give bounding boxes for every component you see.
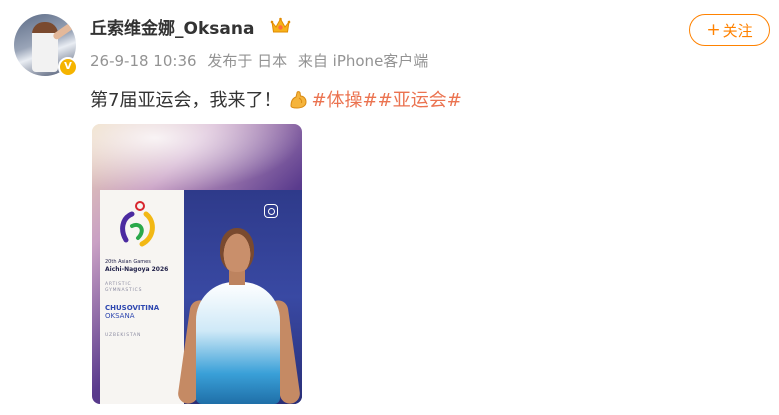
- follow-button[interactable]: + 关注: [689, 14, 770, 46]
- username-link[interactable]: 丘索维金娜_Oksana: [90, 14, 254, 39]
- asian-games-logo-icon: [120, 201, 155, 247]
- country-text: UZBEKISTAN: [105, 333, 142, 338]
- verified-badge-icon: V: [58, 57, 78, 77]
- post-text: 第7届亚运会，我来了！ #体操# #亚运会#: [90, 86, 462, 112]
- location-text: 发布于 日本: [207, 52, 288, 70]
- avatar-figure: [32, 22, 58, 72]
- avatar-arm: [51, 22, 75, 41]
- athlete-head: [220, 228, 254, 272]
- hashtag-asian-games[interactable]: #亚运会#: [378, 86, 462, 112]
- avatar[interactable]: V: [14, 14, 78, 77]
- image-haze: [92, 124, 302, 194]
- post-body: 第7届亚运会，我来了！: [90, 90, 282, 111]
- flexed-biceps-icon: [290, 90, 307, 109]
- follow-label: 关注: [722, 21, 753, 40]
- hashtag-gymnastics[interactable]: #体操#: [311, 86, 377, 112]
- instagram-icon: [264, 204, 278, 218]
- plus-icon: +: [706, 19, 721, 40]
- source-text: 来自 iPhone客户端: [297, 52, 429, 70]
- discipline-text: ARTISTIC GYMNASTICS: [105, 282, 142, 294]
- games-title: 20th Asian Games Aichi-Nagoya 2026: [105, 259, 181, 273]
- post-meta: 26-9-18 10:36 发布于 日本 来自 iPhone客户端: [90, 50, 434, 71]
- athlete-first: OKSANA: [105, 312, 135, 320]
- crown-icon[interactable]: [270, 16, 291, 35]
- games-line1: 20th Asian Games: [105, 259, 151, 265]
- athlete-name: CHUSOVITINA OKSANA: [105, 304, 159, 320]
- discipline-line2: GYMNASTICS: [105, 288, 143, 293]
- timestamp-link[interactable]: 26-9-18 10:36: [90, 52, 197, 70]
- games-line2: Aichi-Nagoya 2026: [105, 266, 169, 273]
- athlete-leotard: [196, 282, 280, 404]
- post-image[interactable]: 20th Asian Games Aichi-Nagoya 2026 ARTIS…: [92, 124, 302, 404]
- athlete-last: CHUSOVITINA: [105, 304, 160, 312]
